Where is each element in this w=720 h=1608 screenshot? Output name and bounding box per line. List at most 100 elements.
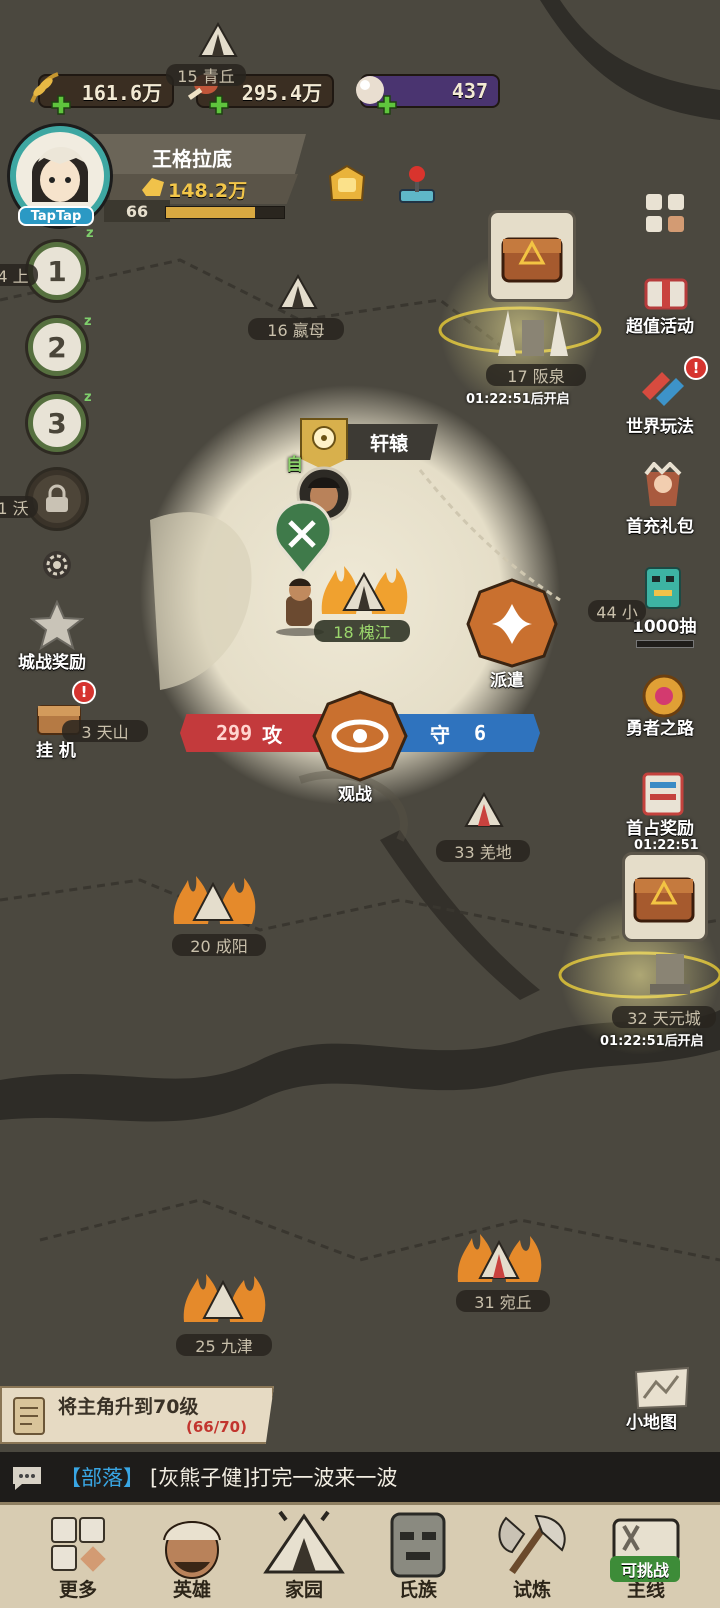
chat-bubble-icon[interactable] (10, 1464, 44, 1492)
sleep-icon: z (84, 390, 92, 405)
notification-dot: ! (72, 680, 96, 704)
xuanyuan-tag[interactable]: 轩辕 (340, 424, 438, 460)
burning-city-icon[interactable] (178, 1262, 268, 1324)
stage-3-button[interactable]: 3 (28, 394, 86, 452)
city-tent-icon[interactable] (276, 272, 320, 312)
player-name-plate[interactable]: 王格拉底 (92, 134, 306, 180)
tianyuan-timer: 01:22:51后开启 (600, 1034, 704, 1049)
minimap-label[interactable]: 小地图 (626, 1408, 677, 1433)
totem-mask-icon (390, 1512, 446, 1578)
hero-road-icon[interactable] (638, 670, 690, 720)
stage-2-button[interactable]: 2 (28, 318, 86, 376)
draw-progress-bar (636, 640, 694, 648)
challenge-badge: 可挑战 (610, 1556, 680, 1582)
spectate-button[interactable] (312, 690, 408, 782)
nav-more-label: 更多 (58, 1579, 97, 1601)
altar-icon (498, 310, 568, 356)
boss-chest-marker[interactable] (488, 210, 576, 302)
chat-channel: 【部落】 (60, 1466, 144, 1490)
boss-chest-marker[interactable] (622, 852, 708, 942)
city-15[interactable]: 15 青丘 (166, 64, 246, 86)
city-17[interactable]: 17 阪泉 (486, 364, 586, 386)
first-charge-gift-icon[interactable] (636, 462, 690, 512)
taptap-tag: TapTap (18, 206, 94, 226)
add-meat-button[interactable] (208, 94, 230, 116)
city-16[interactable]: 16 嬴母 (248, 318, 344, 340)
notification-dot: ! (684, 356, 708, 380)
city-tent-icon[interactable] (462, 790, 506, 830)
chat-message: [灰熊子健]打完一波来一波 (150, 1466, 398, 1490)
chat-bar[interactable]: 【部落】 [灰熊子健]打完一波来一波 (0, 1452, 720, 1502)
nav-more[interactable]: 更多 (30, 1510, 126, 1606)
city-18[interactable]: 18 槐江 (314, 620, 410, 642)
joystick-icon[interactable] (392, 160, 442, 210)
city-31[interactable]: 31 宛丘 (456, 1290, 550, 1312)
first-occupy-timer: 01:22:51 (634, 838, 699, 853)
power-fist-icon (142, 178, 164, 196)
hero-road-label[interactable]: 勇者之路 (626, 714, 694, 739)
burning-city-icon[interactable] (452, 1222, 546, 1284)
wheel-icon (312, 426, 336, 450)
nav-home-label: 家园 (284, 1579, 323, 1601)
attack-value: 299 (216, 721, 253, 745)
nav-clan[interactable]: 氏族 (370, 1510, 466, 1606)
world-play-icon[interactable] (636, 362, 690, 412)
spectate-label[interactable]: 观战 (338, 780, 372, 805)
grid-menu-icon (51, 1517, 106, 1572)
city-20[interactable]: 20 成阳 (172, 934, 266, 956)
city-battle-reward-label[interactable]: 城战奖励 (18, 648, 86, 673)
minimap-scroll-icon[interactable] (630, 1362, 694, 1412)
defense-label: 守 (430, 722, 450, 747)
city-tent-icon[interactable] (196, 20, 240, 60)
first-occupy-label[interactable]: 首占奖励 (626, 814, 694, 839)
add-gem-button[interactable] (376, 94, 398, 116)
treasure-chest-icon (501, 237, 563, 283)
quest-title: 将主角升到70级 (58, 1396, 199, 1418)
player-name: 王格拉底 (152, 146, 232, 171)
first-charge-label[interactable]: 首充礼包 (626, 512, 694, 537)
treasure-chest-icon (633, 877, 695, 923)
city-32[interactable]: 32 天元城 (612, 1006, 716, 1028)
nav-hero[interactable]: 英雄 (144, 1510, 240, 1606)
attack-label: 攻 (262, 722, 283, 747)
city-1[interactable]: 1 沃 (0, 496, 38, 518)
lock-icon (46, 484, 68, 512)
banquan-timer: 01:22:51后开启 (466, 392, 570, 407)
city-44[interactable]: 44 小 (588, 600, 646, 622)
nav-clan-label: 氏族 (398, 1579, 437, 1601)
nav-trial-label: 试炼 (512, 1579, 551, 1601)
tent-home-icon (263, 1510, 345, 1574)
city-33[interactable]: 33 羌地 (436, 840, 530, 862)
city-4[interactable]: 4 上 (0, 264, 38, 286)
dispatch-button[interactable] (466, 578, 558, 668)
star-medal-icon[interactable] (30, 600, 84, 650)
gift-box-icon[interactable] (640, 266, 692, 312)
locked-stage-button[interactable] (28, 470, 86, 528)
nav-hero-label: 英雄 (172, 1579, 211, 1601)
menu-grid-icon[interactable] (640, 188, 690, 238)
city-25[interactable]: 25 九津 (176, 1334, 272, 1356)
xp-fill (166, 207, 255, 218)
value-event-label[interactable]: 超值活动 (626, 312, 694, 337)
quest-progress: (66/70) (186, 1418, 247, 1436)
defense-value: 6 (474, 721, 487, 745)
settings-gear-icon[interactable] (40, 548, 74, 582)
xp-bar (165, 206, 285, 219)
altar-icon (650, 954, 690, 994)
scroll-icon (13, 1397, 45, 1435)
player-power: 148.2万 (168, 180, 248, 202)
first-occupy-icon[interactable] (636, 768, 690, 820)
nav-home[interactable]: 家园 (256, 1510, 352, 1606)
sleep-icon: z (86, 226, 94, 241)
hero-face-icon (163, 1521, 221, 1579)
add-grain-button[interactable] (50, 94, 72, 116)
burning-city-icon[interactable] (316, 556, 412, 616)
dispatch-label[interactable]: 派遣 (490, 666, 524, 691)
world-play-label[interactable]: 世界玩法 (626, 412, 694, 437)
nav-trial[interactable]: 试炼 (484, 1510, 580, 1606)
city-3[interactable]: 3 天山 (62, 720, 148, 742)
sleep-icon: z (84, 314, 92, 329)
axe-icon (498, 1514, 566, 1575)
fist-badge-icon[interactable] (322, 160, 372, 210)
burning-city-icon[interactable] (168, 866, 258, 926)
